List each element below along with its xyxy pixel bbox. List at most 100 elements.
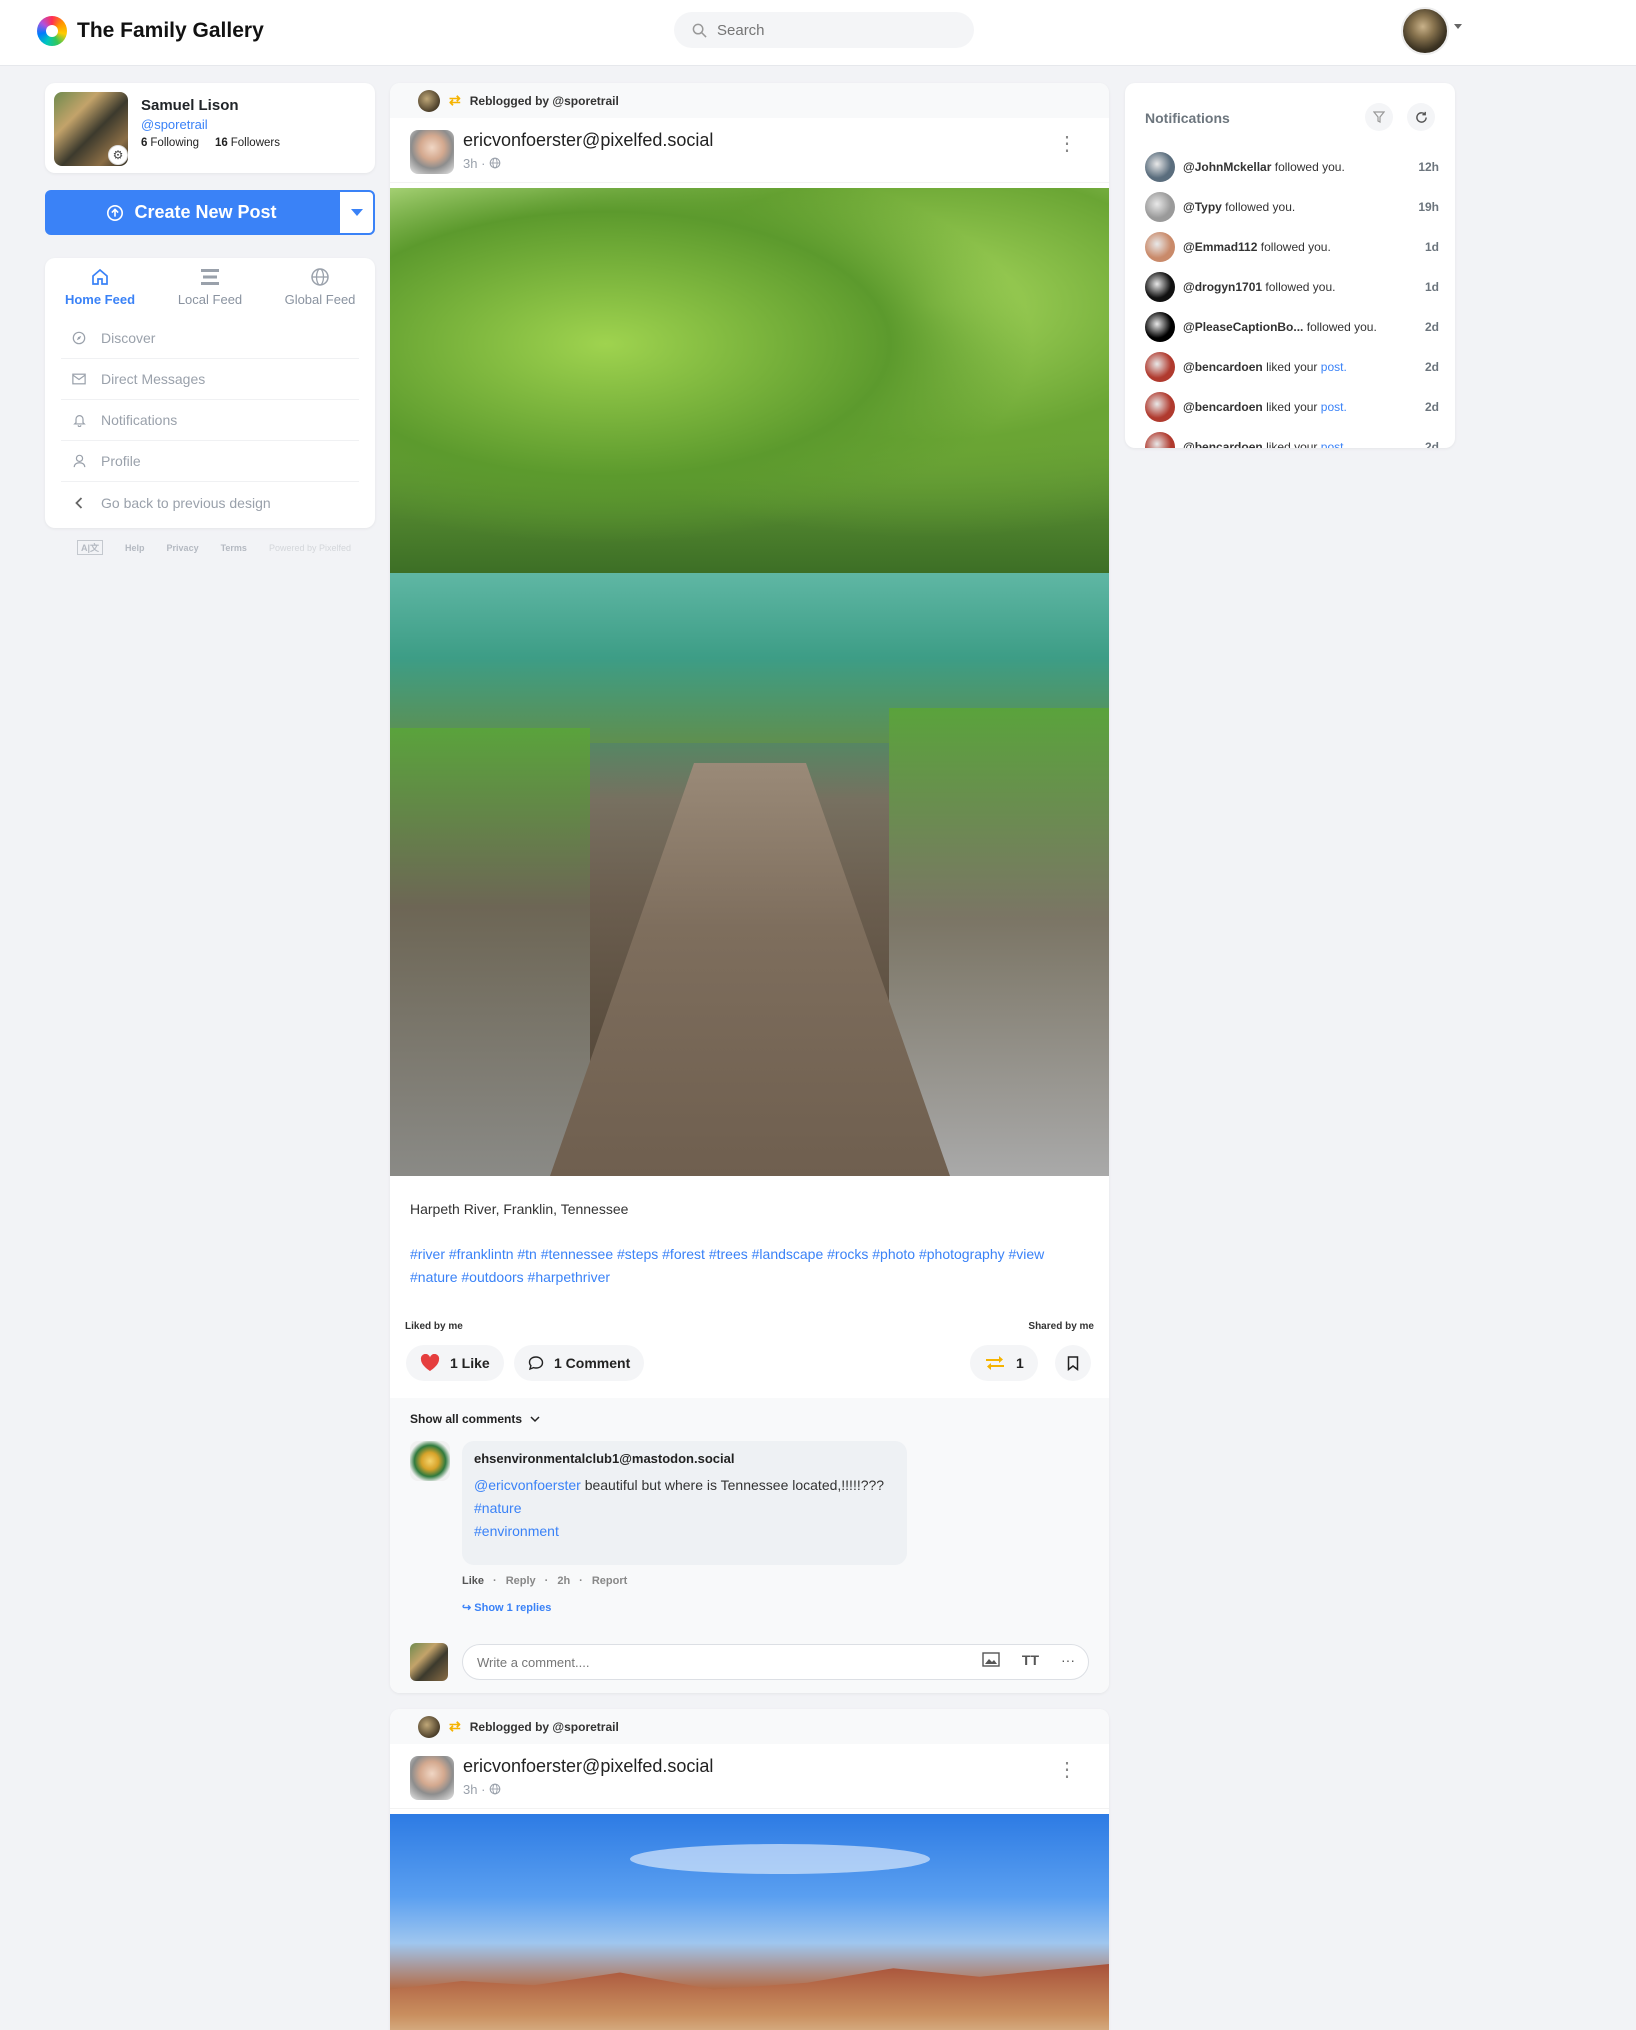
- comment-reply-button[interactable]: Reply: [506, 1575, 536, 1587]
- reblogger-avatar[interactable]: [418, 1715, 440, 1738]
- followers-label[interactable]: Followers: [231, 137, 280, 149]
- notification-user[interactable]: @PleaseCaptionBo...: [1183, 320, 1303, 334]
- show-all-comments-button[interactable]: Show all comments: [410, 1412, 540, 1426]
- post-time[interactable]: 3h: [463, 156, 477, 171]
- comment-icon: [528, 1356, 544, 1371]
- notification-avatar[interactable]: [1145, 432, 1175, 448]
- refresh-icon[interactable]: [1407, 103, 1435, 131]
- more-options-icon[interactable]: ⋮: [1057, 134, 1077, 154]
- show-replies-button[interactable]: ↪ Show 1 replies: [462, 1601, 551, 1614]
- nav-label: Profile: [101, 453, 141, 469]
- chevron-down-icon[interactable]: [1454, 24, 1462, 29]
- gear-icon[interactable]: ⚙: [108, 145, 128, 165]
- show-all-label: Show all comments: [410, 1412, 523, 1426]
- reblog-text[interactable]: Reblogged by @sporetrail: [470, 94, 619, 108]
- post-image[interactable]: [390, 1814, 1109, 2030]
- caret-down-icon: [350, 209, 363, 216]
- notification-avatar[interactable]: [1145, 152, 1175, 182]
- notification-avatar[interactable]: [1145, 312, 1175, 342]
- share-button[interactable]: 1: [970, 1345, 1038, 1381]
- author-avatar[interactable]: [410, 130, 454, 174]
- notification-action: followed you.: [1265, 280, 1336, 294]
- more-options-icon[interactable]: ⋮: [1057, 1760, 1077, 1780]
- following-label[interactable]: Following: [150, 137, 199, 149]
- post-time[interactable]: 3h: [463, 1782, 477, 1797]
- upload-circle-icon: [107, 204, 124, 221]
- notification-post-link[interactable]: post.: [1321, 360, 1347, 374]
- tab-local-feed[interactable]: Local Feed: [155, 266, 265, 316]
- profile-name[interactable]: Samuel Lison: [141, 97, 239, 114]
- comment-hashtag[interactable]: #environment: [474, 1523, 559, 1539]
- comment-like-button[interactable]: Like: [462, 1575, 484, 1587]
- author-name[interactable]: ericvonfoerster@pixelfed.social: [463, 130, 713, 151]
- notification-user[interactable]: @bencardoen: [1183, 400, 1263, 414]
- filter-icon[interactable]: [1365, 103, 1393, 131]
- notification-post-link[interactable]: post.: [1321, 400, 1347, 414]
- footer-help[interactable]: Help: [125, 543, 145, 553]
- reblog-text[interactable]: Reblogged by @sporetrail: [470, 1720, 619, 1734]
- tab-global-feed[interactable]: Global Feed: [265, 266, 375, 316]
- author-name[interactable]: ericvonfoerster@pixelfed.social: [463, 1756, 713, 1777]
- create-new-post-button[interactable]: Create New Post: [45, 190, 338, 235]
- notification-user[interactable]: @JohnMckellar: [1183, 160, 1271, 174]
- comments-section: Show all comments ehsenvironmentalclub1@…: [390, 1398, 1109, 1693]
- notification-user[interactable]: @bencardoen: [1183, 440, 1263, 448]
- tab-home-feed[interactable]: Home Feed: [45, 266, 155, 316]
- notification-user[interactable]: @Emmad112: [1183, 240, 1257, 254]
- bookmark-button[interactable]: [1055, 1345, 1091, 1381]
- footer-terms[interactable]: Terms: [221, 543, 247, 553]
- nav-item-direct-messages[interactable]: Direct Messages: [61, 359, 359, 400]
- notification-avatar[interactable]: [1145, 392, 1175, 422]
- post-hashtags[interactable]: #river #franklintn #tn #tennessee #steps…: [410, 1243, 1090, 1289]
- create-post-dropdown-button[interactable]: [338, 190, 375, 235]
- nav-item-notifications[interactable]: Notifications: [61, 400, 359, 441]
- notification-item[interactable]: @Emmad112 followed you. 1d: [1145, 227, 1439, 267]
- following-count[interactable]: 6: [141, 137, 147, 149]
- profile-handle[interactable]: @sporetrail: [141, 117, 208, 132]
- author-avatar[interactable]: [410, 1756, 454, 1800]
- image-icon[interactable]: [982, 1652, 1000, 1667]
- footer-powered[interactable]: Powered by Pixelfed: [269, 543, 351, 553]
- post-image[interactable]: [390, 188, 1109, 1176]
- chevron-left-icon: [71, 496, 87, 509]
- feed-post: ⇄ Reblogged by @sporetrail ericvonfoerst…: [390, 1709, 1109, 2030]
- comment-mention[interactable]: @ericvonfoerster: [474, 1477, 581, 1493]
- notification-avatar[interactable]: [1145, 232, 1175, 262]
- like-button[interactable]: 1 Like: [406, 1345, 504, 1381]
- notification-item[interactable]: @bencardoen liked your post. 2d: [1145, 427, 1439, 448]
- notification-post-link[interactable]: post.: [1321, 440, 1347, 448]
- notification-item[interactable]: @drogyn1701 followed you. 1d: [1145, 267, 1439, 307]
- search-input[interactable]: [717, 21, 937, 39]
- nav-item-profile[interactable]: Profile: [61, 441, 359, 482]
- notification-item[interactable]: @PleaseCaptionBo... followed you. 2d: [1145, 307, 1439, 347]
- notification-item[interactable]: @bencardoen liked your post. 2d: [1145, 387, 1439, 427]
- commenter-avatar[interactable]: [410, 1441, 450, 1481]
- comment-button[interactable]: 1 Comment: [514, 1345, 645, 1381]
- brand[interactable]: The Family Gallery: [37, 16, 264, 46]
- nav-item-discover[interactable]: Discover: [61, 318, 359, 359]
- notification-user[interactable]: @Typy: [1183, 200, 1222, 214]
- notification-avatar[interactable]: [1145, 272, 1175, 302]
- comment-hashtag[interactable]: #nature: [474, 1500, 521, 1516]
- comment-report-button[interactable]: Report: [592, 1575, 627, 1587]
- footer-privacy[interactable]: Privacy: [167, 543, 199, 553]
- notification-user[interactable]: @bencardoen: [1183, 360, 1263, 374]
- followers-count[interactable]: 16: [215, 137, 228, 149]
- notification-item[interactable]: @JohnMckellar followed you. 12h: [1145, 147, 1439, 187]
- text-size-icon[interactable]: TT: [1022, 1652, 1039, 1668]
- notification-action: followed you.: [1306, 320, 1377, 334]
- language-icon[interactable]: A|文: [77, 540, 104, 555]
- post-caption: Harpeth River, Franklin, Tennessee: [410, 1201, 629, 1217]
- notification-user[interactable]: @drogyn1701: [1183, 280, 1262, 294]
- nav-label: Go back to previous design: [101, 494, 271, 511]
- commenter-name[interactable]: ehsenvironmentalclub1@mastodon.social: [474, 1451, 895, 1466]
- notification-item[interactable]: @bencardoen liked your post. 2d: [1145, 347, 1439, 387]
- notification-avatar[interactable]: [1145, 352, 1175, 382]
- reblogger-avatar[interactable]: [418, 89, 440, 112]
- more-icon[interactable]: ···: [1061, 1652, 1075, 1668]
- user-menu-avatar[interactable]: [1401, 7, 1449, 55]
- nav-item-previous-design[interactable]: Go back to previous design: [61, 482, 359, 523]
- notification-avatar[interactable]: [1145, 192, 1175, 222]
- notification-item[interactable]: @Typy followed you. 19h: [1145, 187, 1439, 227]
- search-box[interactable]: [674, 12, 974, 48]
